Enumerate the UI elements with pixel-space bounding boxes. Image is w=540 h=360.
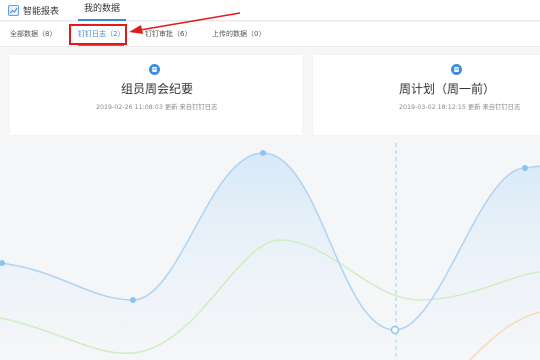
report-card-weekly-plan[interactable]: 周计划（周一前） 2019-03-02 18:12:15 更新 来自钉钉日志 bbox=[313, 55, 540, 135]
blue-area bbox=[0, 153, 540, 360]
app-title: 智能报表 bbox=[23, 7, 60, 17]
document-icon bbox=[149, 64, 160, 75]
card-title: 组员周会纪要 bbox=[121, 82, 194, 96]
chart-point[interactable] bbox=[522, 165, 528, 171]
card-title: 周计划（周一前） bbox=[399, 82, 496, 96]
top-bar: 智能报表 我的数据 bbox=[0, 0, 540, 21]
document-icon bbox=[451, 64, 462, 75]
report-card-weekly-meeting[interactable]: 组员周会纪要 2019-02-26 11:08:03 更新 来自钉钉日志 bbox=[10, 55, 302, 135]
report-chart-icon bbox=[8, 5, 19, 16]
card-meta: 2019-02-26 11:08:03 更新 来自钉钉日志 bbox=[96, 104, 218, 111]
app-brand[interactable]: 智能报表 bbox=[8, 4, 59, 17]
chart-point-hovered[interactable] bbox=[390, 325, 400, 335]
annotation-highlight-box bbox=[69, 24, 127, 45]
card-meta: 2019-03-02 18:12:15 更新 来自钉钉日志 bbox=[399, 104, 521, 111]
background-wave-chart bbox=[0, 140, 540, 360]
subtab-dingtalk-approval[interactable]: 钉钉审批（6） bbox=[145, 22, 191, 46]
chart-point[interactable] bbox=[130, 297, 136, 303]
subtab-uploaded-data[interactable]: 上传的数据（0） bbox=[212, 22, 265, 46]
subtab-all-data[interactable]: 全部数据（8） bbox=[10, 22, 56, 46]
chart-point[interactable] bbox=[260, 150, 266, 156]
tab-my-data[interactable]: 我的数据 bbox=[78, 0, 127, 21]
